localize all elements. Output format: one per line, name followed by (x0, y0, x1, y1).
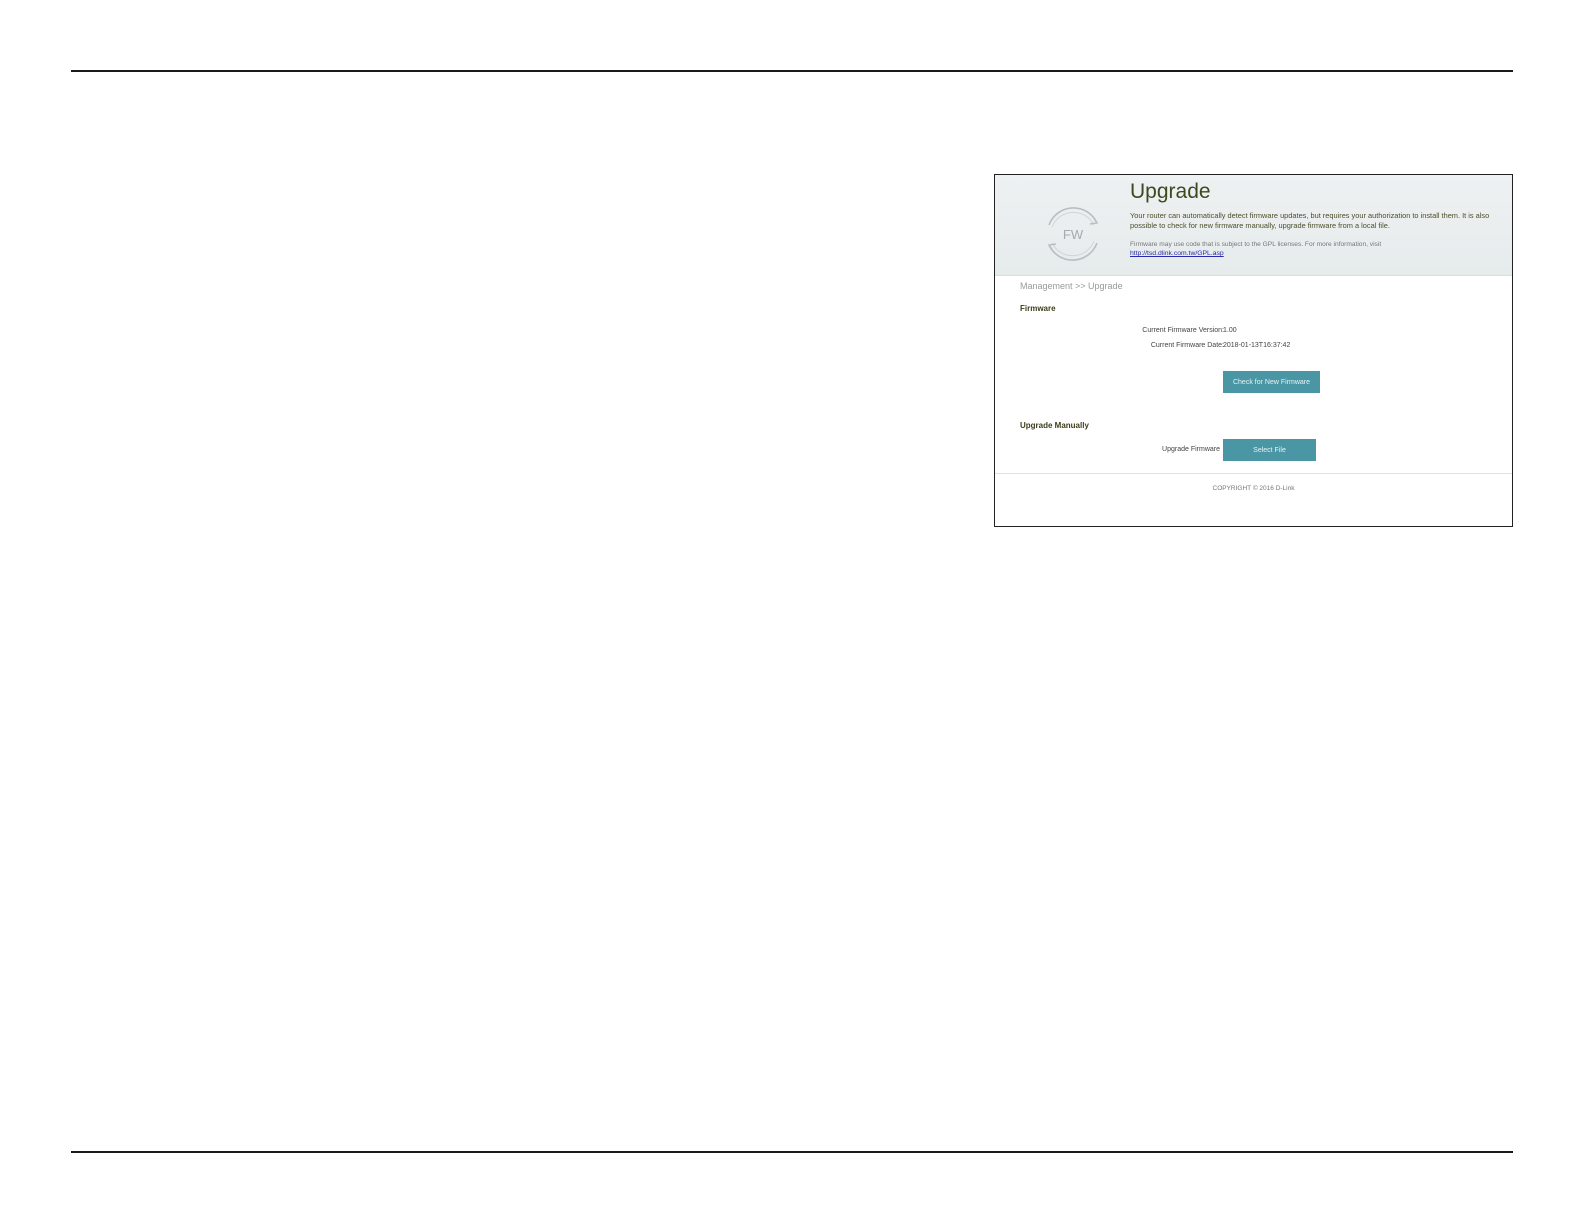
upgrade-manually-section-title: Upgrade Manually (1020, 421, 1089, 430)
fw-icon-text: FW (1063, 227, 1084, 242)
firmware-version-value: 1.00 (1223, 327, 1237, 334)
check-new-firmware-button[interactable]: Check for New Firmware (1223, 371, 1320, 393)
gpl-link[interactable]: http://tsd.dlink.com.tw/GPL.asp (1130, 250, 1224, 257)
copyright-text: COPYRIGHT © 2016 D-Link (1212, 485, 1295, 492)
page-top-rule (71, 70, 1513, 72)
breadcrumb: Management >> Upgrade (1020, 281, 1123, 291)
upgrade-firmware-label: Upgrade Firmware (1162, 446, 1220, 453)
firmware-date-label: Current Firmware Date: (1150, 342, 1224, 349)
upgrade-screenshot: FW Upgrade Your router can automatically… (994, 174, 1513, 527)
firmware-version-label: Current Firmware Version: (1142, 327, 1224, 334)
gpl-note: Firmware may use code that is subject to… (1130, 241, 1382, 248)
page-bottom-rule (71, 1151, 1513, 1153)
firmware-date-value: 2018-01-13T16:37:42 (1223, 342, 1291, 349)
fw-refresh-icon: FW (1047, 207, 1099, 261)
header-banner: FW Upgrade Your router can automatically… (995, 175, 1512, 276)
page-description: Your router can automatically detect fir… (1130, 211, 1490, 230)
footer-divider (995, 473, 1512, 474)
page-title: Upgrade (1130, 180, 1211, 203)
select-file-button[interactable]: Select File (1223, 439, 1316, 461)
firmware-section-title: Firmware (1020, 304, 1056, 313)
